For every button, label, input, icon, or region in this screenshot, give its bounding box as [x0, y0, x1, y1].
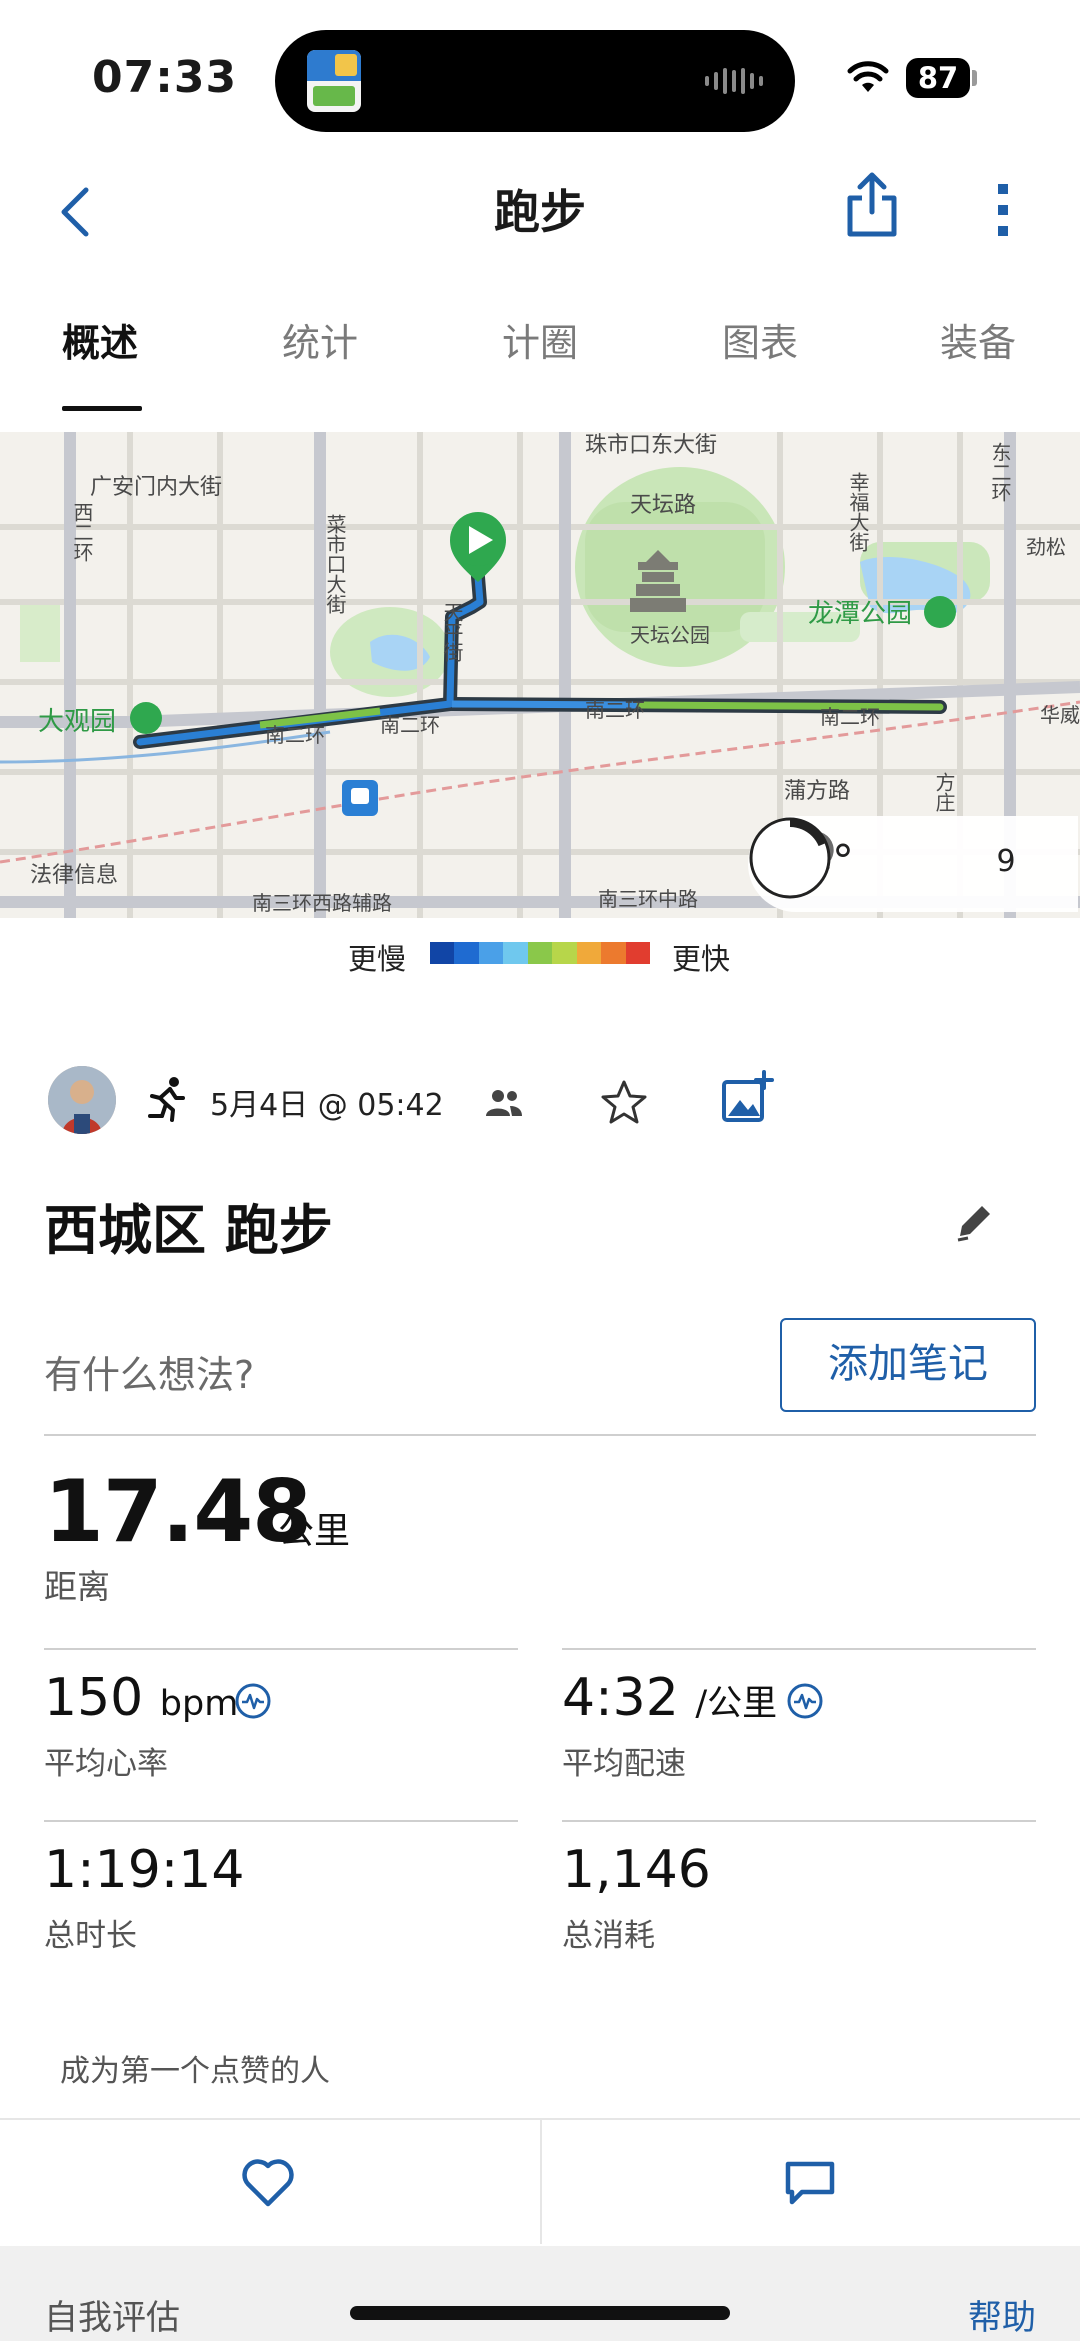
tab-charts[interactable]: 图表 [722, 312, 798, 367]
active-tab-indicator [62, 406, 142, 411]
map-label: 珠市口东大街 [585, 433, 717, 458]
activity-title: 西城区 跑步 [44, 1199, 333, 1262]
heart-rate-info-icon[interactable] [234, 1682, 272, 1720]
pace-value: 4:32 /公里 [562, 1668, 778, 1728]
page-title: 跑步 [494, 185, 586, 239]
tab-bar: 概述 统计 计圈 图表 装备 [0, 300, 1080, 412]
pace-color-swatch [625, 942, 650, 964]
wifi-icon [847, 61, 889, 92]
status-bar: 07:33 87 [0, 0, 1080, 160]
route-map[interactable]: 广安门内大街 珠市口东大街 天坛路 天坛公园 龙潭公园 大观园 南二环 南二环 … [0, 432, 1080, 918]
activity-meta-row: 5月4日 @ 05:42 [0, 1066, 1080, 1140]
map-label: 天平街 [440, 602, 464, 662]
distance-label: 距离 [44, 1567, 110, 1606]
map-label: 南三环中路 [598, 887, 698, 911]
star-icon[interactable] [600, 1078, 648, 1126]
nav-bar: 跑步 [0, 160, 1080, 260]
calories-value: 1,146 [562, 1840, 711, 1900]
map-label: 天坛公园 [630, 623, 710, 647]
pace-legend: 更慢 更快 [0, 928, 1080, 978]
duration-value: 1:19:14 [44, 1840, 245, 1900]
audio-wave-icon [705, 66, 763, 96]
thoughts-input[interactable]: 有什么想法? [44, 1344, 254, 1399]
activity-date: 5月4日 @ 05:42 [210, 1088, 444, 1123]
map-label: 东二环 [988, 442, 1012, 502]
map-label: 华威 [1040, 703, 1080, 727]
more-vertical-icon[interactable] [988, 180, 1018, 240]
divider [44, 1434, 1036, 1436]
map-label: 方庄 [932, 772, 956, 812]
pace-color-swatch [527, 942, 553, 964]
health-app-icon [307, 50, 361, 112]
tab-stats[interactable]: 统计 [282, 312, 358, 367]
tab-laps[interactable]: 计圈 [502, 312, 578, 367]
people-icon[interactable] [484, 1086, 524, 1120]
self-eval-label: 自我评估 [44, 2298, 180, 2338]
map-label: 南二环 [265, 723, 325, 747]
map-label: 南二环 [380, 713, 440, 737]
pace-info-icon[interactable] [786, 1682, 824, 1720]
map-label: 龙潭公园 [808, 599, 912, 629]
help-link[interactable]: 帮助 [968, 2290, 1036, 2339]
map-label: 南二环 [820, 705, 880, 729]
map-label: 南三环西路辅路 [252, 891, 392, 915]
battery-indicator: 87 [906, 58, 970, 98]
heart-rate-value: 150 bpm [44, 1668, 239, 1728]
add-photo-icon[interactable] [720, 1070, 774, 1124]
heart-icon [242, 2159, 294, 2207]
duration-label: 总时长 [44, 1918, 137, 1954]
pace-color-swatch [601, 942, 626, 964]
distance-value: 17.48 [44, 1462, 312, 1562]
edit-pencil-icon[interactable] [954, 1200, 994, 1244]
home-indicator[interactable] [350, 2306, 730, 2320]
pace-color-swatch [430, 942, 455, 964]
map-label: 蒲方路 [784, 779, 850, 804]
running-icon [148, 1077, 185, 1122]
weather-badge: 14° 9 [748, 816, 1078, 912]
action-bar [0, 2118, 1080, 2244]
likes-text: 成为第一个点赞的人 [60, 2054, 330, 2089]
map-label: 大观园 [38, 707, 116, 737]
legend-slower: 更慢 [348, 942, 407, 976]
map-label: 广安门内大街 [90, 475, 222, 500]
map-label: 劲松 [1026, 535, 1066, 559]
map-label: 南二环 [585, 698, 645, 722]
distance-unit: 公里 [278, 1511, 351, 1552]
tab-overview[interactable]: 概述 [62, 312, 138, 367]
map-label: 幸福大街 [846, 472, 870, 552]
comment-icon [785, 2161, 835, 2205]
like-button[interactable] [0, 2120, 540, 2244]
pace-color-swatch [454, 942, 479, 964]
map-label: 法律信息 [30, 863, 118, 888]
status-time: 07:33 [92, 52, 238, 103]
heart-rate-label: 平均心率 [44, 1746, 168, 1782]
add-note-button[interactable]: 添加笔记 [780, 1318, 1036, 1412]
pace-color-swatch [576, 942, 602, 964]
pace-color-swatch [552, 942, 577, 964]
comment-button[interactable] [542, 2120, 1080, 2244]
avatar[interactable] [48, 1066, 116, 1134]
time-of-day-clock-icon [749, 817, 831, 899]
map-label: 西二环 [70, 502, 94, 562]
clock-value: 9 [996, 844, 1016, 879]
pace-color-swatch [503, 942, 528, 964]
dynamic-island[interactable] [275, 30, 795, 132]
self-eval-section: 自我评估 帮助 [0, 2246, 1080, 2341]
pace-color-swatch [478, 942, 504, 964]
pace-color-scale [430, 942, 650, 964]
calories-label: 总消耗 [562, 1918, 655, 1954]
tab-gear[interactable]: 装备 [940, 312, 1016, 367]
map-label: 天坛路 [630, 493, 696, 518]
legend-faster: 更快 [672, 942, 731, 976]
map-label: 菜市口大街 [323, 514, 347, 614]
share-icon[interactable] [842, 170, 902, 240]
pace-label: 平均配速 [562, 1746, 686, 1782]
